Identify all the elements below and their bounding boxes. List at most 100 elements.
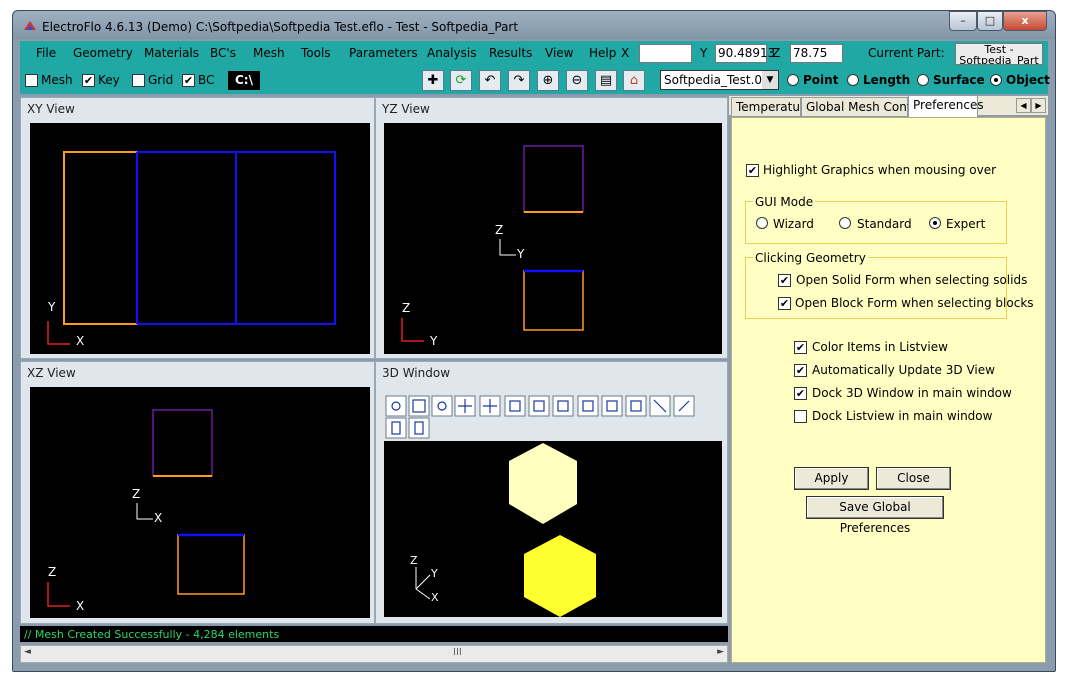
fit-icon[interactable]: ✚ xyxy=(422,70,444,91)
menu-help[interactable]: Help xyxy=(589,46,616,60)
x-coord-label: X xyxy=(621,46,630,60)
yz-mid-axis-y-label: Y xyxy=(517,247,525,261)
gui-mode-expert-label: Expert xyxy=(946,217,986,231)
xz-axis-x-label: X xyxy=(76,599,85,613)
mode-object-radio[interactable] xyxy=(990,74,1002,86)
mode-surface-radio[interactable] xyxy=(917,74,929,86)
dock-listview-checkbox[interactable] xyxy=(794,410,807,423)
app-icon xyxy=(24,21,36,30)
zoom-out-icon[interactable]: ⊖ xyxy=(566,70,588,91)
xz-view-canvas[interactable]: Z X Z X xyxy=(30,387,370,618)
mode-surface-label: Surface xyxy=(933,73,985,87)
yz-view-canvas[interactable]: Z Y Z Y xyxy=(384,123,722,354)
tab-preferences[interactable]: Preferences xyxy=(908,95,984,117)
color-items-label: Color Items in Listview xyxy=(812,340,948,354)
status-message: // Mesh Created Successfully - 4,284 ele… xyxy=(24,628,280,641)
z-coord-field[interactable]: 78.75 xyxy=(790,44,843,63)
x-coord-field[interactable] xyxy=(639,44,692,63)
minimize-button[interactable]: – xyxy=(949,11,977,31)
key-checkbox[interactable]: ✔ xyxy=(82,74,95,87)
close-window-button[interactable]: x xyxy=(1003,11,1047,31)
xz-view-title: XZ View xyxy=(27,366,76,380)
mesh-checkbox[interactable] xyxy=(25,74,38,87)
3d-axis-y-label: Y xyxy=(431,567,438,580)
print-icon[interactable]: ▤ xyxy=(595,70,617,91)
xz-mid-axis-z-label: Z xyxy=(132,487,141,501)
gui-mode-standard-label: Standard xyxy=(857,217,912,231)
yz-axis-y-label: Y xyxy=(430,334,438,348)
color-items-checkbox[interactable]: ✔ xyxy=(794,341,807,354)
mode-point-radio[interactable] xyxy=(787,74,799,86)
zoom-in-icon[interactable]: ⊕ xyxy=(537,70,559,91)
menu-materials[interactable]: Materials xyxy=(144,46,199,60)
current-part-field[interactable]: Test - Softpedia_Part xyxy=(955,43,1043,65)
open-solid-form-checkbox[interactable]: ✔ xyxy=(778,274,791,287)
scroll-grip[interactable]: III xyxy=(453,647,462,658)
open-block-form-checkbox[interactable]: ✔ xyxy=(778,297,791,310)
menu-results[interactable]: Results xyxy=(489,46,532,60)
scroll-left-icon[interactable]: ◄ xyxy=(24,647,31,657)
menu-tools[interactable]: Tools xyxy=(301,46,331,60)
gui-mode-expert-radio[interactable] xyxy=(929,217,941,229)
current-part-label: Current Part: xyxy=(868,46,945,60)
redo-icon[interactable]: ↷ xyxy=(508,70,530,91)
menu-view[interactable]: View xyxy=(545,46,573,60)
apply-button[interactable]: Apply xyxy=(794,467,869,490)
part-select-dropdown[interactable]: Softpedia_Test.0 ▼ xyxy=(660,70,779,90)
grid-checkbox-label: Grid xyxy=(148,73,174,87)
part-select-value: Softpedia_Test.0 xyxy=(664,73,763,87)
auto-update-3d-label: Automatically Update 3D View xyxy=(812,363,995,377)
horizontal-scrollbar[interactable]: ◄ III ► xyxy=(20,645,728,663)
mode-point-label: Point xyxy=(803,73,839,87)
xy-view-canvas[interactable]: Y X xyxy=(30,123,370,354)
xz-mid-axis-x-label: X xyxy=(154,511,163,525)
mode-length-radio[interactable] xyxy=(847,74,859,86)
chevron-down-icon[interactable]: ▼ xyxy=(762,71,778,89)
yz-mid-axis-z-label: Z xyxy=(495,223,504,237)
auto-update-3d-checkbox[interactable]: ✔ xyxy=(794,364,807,377)
menu-analysis[interactable]: Analysis xyxy=(427,46,476,60)
3d-toolbar xyxy=(384,394,722,440)
bc-checkbox[interactable]: ✔ xyxy=(182,74,195,87)
gui-mode-standard-radio[interactable] xyxy=(839,217,851,229)
yz-axis-z-label: Z xyxy=(402,301,411,315)
gui-mode-wizard-radio[interactable] xyxy=(756,217,768,229)
xy-axis-y-label: Y xyxy=(48,300,56,314)
open-solid-form-label: Open Solid Form when selecting solids xyxy=(796,273,1028,287)
3d-window-canvas[interactable]: Z Y X xyxy=(384,441,722,617)
xy-geometry xyxy=(47,151,336,345)
clicking-geometry-title: Clicking Geometry xyxy=(753,251,868,265)
xz-axis-z-label: Z xyxy=(48,565,57,579)
3d-window-title: 3D Window xyxy=(382,366,451,380)
menu-parameters[interactable]: Parameters xyxy=(349,46,418,60)
yz-geometry xyxy=(401,145,584,342)
bc-checkbox-label: BC xyxy=(198,73,215,87)
key-checkbox-label: Key xyxy=(98,73,120,87)
close-button[interactable]: Close xyxy=(876,467,951,490)
tab-temperature[interactable]: Temperature xyxy=(731,97,812,116)
refresh-icon[interactable]: ⟳ xyxy=(450,70,472,91)
grid-checkbox[interactable] xyxy=(132,74,145,87)
maximize-button[interactable]: □ xyxy=(977,11,1003,31)
mode-object-label: Object xyxy=(1006,73,1050,87)
xz-geometry xyxy=(47,409,245,607)
scroll-right-icon[interactable]: ► xyxy=(717,647,724,657)
save-global-preferences-button[interactable]: Save Global Preferences xyxy=(806,496,944,535)
command-prompt-button[interactable]: C:\ xyxy=(228,71,260,90)
xy-view-title: XY View xyxy=(27,102,75,116)
highlight-graphics-checkbox[interactable]: ✔ xyxy=(746,164,759,177)
home-icon[interactable]: ⌂ xyxy=(623,70,645,91)
tab-scroll-right-icon[interactable]: ▶ xyxy=(1031,98,1046,113)
dock-3d-window-checkbox[interactable]: ✔ xyxy=(794,387,807,400)
menu-geometry[interactable]: Geometry xyxy=(73,46,133,60)
tab-global-mesh-control[interactable]: Global Mesh Control xyxy=(801,97,927,116)
3d-axis-z-label: Z xyxy=(410,554,418,567)
menu-file[interactable]: File xyxy=(36,46,56,60)
undo-icon[interactable]: ↶ xyxy=(479,70,501,91)
menu-bcs[interactable]: BC's xyxy=(210,46,236,60)
dock-3d-window-label: Dock 3D Window in main window xyxy=(812,386,1012,400)
mesh-checkbox-label: Mesh xyxy=(41,73,73,87)
tab-scroll-left-icon[interactable]: ◀ xyxy=(1016,98,1031,113)
menu-mesh[interactable]: Mesh xyxy=(253,46,285,60)
y-coord-field[interactable]: 90.48913 xyxy=(715,44,775,63)
